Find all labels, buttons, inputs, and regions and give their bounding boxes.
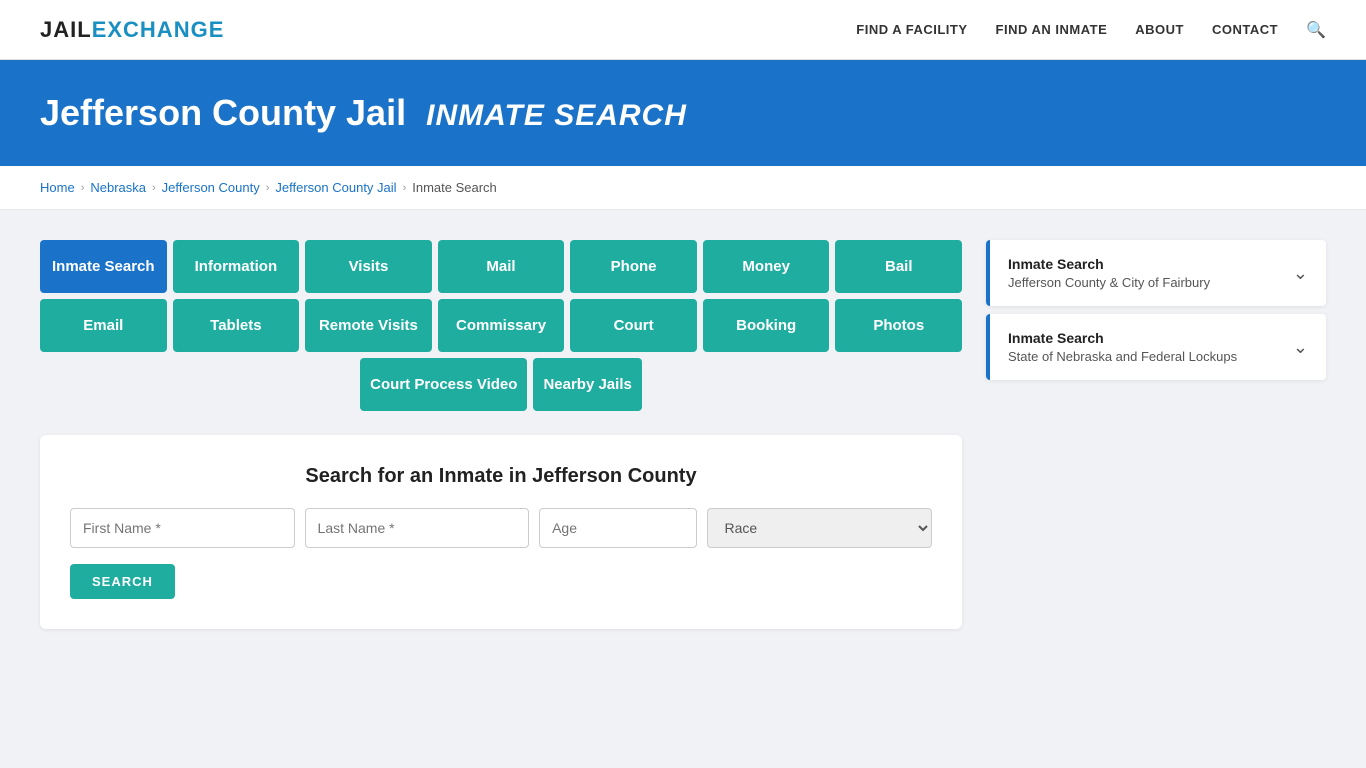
btn-inmate-search[interactable]: Inmate Search	[40, 240, 167, 293]
grid-row-2: Email Tablets Remote Visits Commissary C…	[40, 299, 962, 352]
sidebar-item-2-chevron: ⌄	[1293, 337, 1308, 358]
search-fields: RaceWhiteBlackHispanicAsianOther	[70, 508, 932, 548]
btn-bail[interactable]: Bail	[835, 240, 962, 293]
btn-court-process-video[interactable]: Court Process Video	[360, 358, 527, 411]
sidebar-item-1-chevron: ⌄	[1293, 263, 1308, 284]
btn-information[interactable]: Information	[173, 240, 300, 293]
breadcrumb-sep-1: ›	[81, 182, 85, 194]
last-name-input[interactable]	[305, 508, 530, 548]
sidebar-item-2[interactable]: Inmate Search State of Nebraska and Fede…	[986, 314, 1326, 380]
inmate-search-card: Search for an Inmate in Jefferson County…	[40, 435, 962, 629]
main-nav: FIND A FACILITY FIND AN INMATE ABOUT CON…	[856, 20, 1326, 40]
breadcrumb-nebraska[interactable]: Nebraska	[90, 180, 146, 195]
btn-email[interactable]: Email	[40, 299, 167, 352]
search-button[interactable]: SEARCH	[70, 564, 175, 599]
sidebar-item-1-text: Inmate Search Jefferson County & City of…	[1008, 256, 1210, 290]
sidebar-item-1-title: Inmate Search	[1008, 256, 1210, 272]
breadcrumb-sep-3: ›	[266, 182, 270, 194]
logo[interactable]: JAILEXCHANGE	[40, 17, 224, 43]
race-select[interactable]: RaceWhiteBlackHispanicAsianOther	[707, 508, 932, 548]
page-title: Jefferson County Jail INMATE SEARCH	[40, 92, 1326, 134]
breadcrumb-sep-4: ›	[403, 182, 407, 194]
sidebar-card-2: Inmate Search State of Nebraska and Fede…	[986, 314, 1326, 380]
sidebar-item-1-subtitle: Jefferson County & City of Fairbury	[1008, 275, 1210, 290]
logo-jail: JAIL	[40, 17, 92, 42]
sidebar-item-1[interactable]: Inmate Search Jefferson County & City of…	[986, 240, 1326, 306]
nav-find-inmate[interactable]: FIND AN INMATE	[996, 22, 1108, 37]
breadcrumb-jefferson-county[interactable]: Jefferson County	[162, 180, 260, 195]
btn-booking[interactable]: Booking	[703, 299, 830, 352]
btn-phone[interactable]: Phone	[570, 240, 697, 293]
sidebar-item-2-subtitle: State of Nebraska and Federal Lockups	[1008, 349, 1237, 364]
nav-about[interactable]: ABOUT	[1135, 22, 1184, 37]
btn-nearby-jails[interactable]: Nearby Jails	[533, 358, 641, 411]
grid-row-3: Court Process Video Nearby Jails	[40, 358, 962, 411]
logo-exchange: EXCHANGE	[92, 17, 225, 42]
btn-remote-visits[interactable]: Remote Visits	[305, 299, 432, 352]
btn-money[interactable]: Money	[703, 240, 830, 293]
btn-court[interactable]: Court	[570, 299, 697, 352]
grid-row-1: Inmate Search Information Visits Mail Ph…	[40, 240, 962, 293]
header: JAILEXCHANGE FIND A FACILITY FIND AN INM…	[0, 0, 1366, 60]
btn-commissary[interactable]: Commissary	[438, 299, 565, 352]
breadcrumb-home[interactable]: Home	[40, 180, 75, 195]
sidebar-item-2-text: Inmate Search State of Nebraska and Fede…	[1008, 330, 1237, 364]
breadcrumb: Home › Nebraska › Jefferson County › Jef…	[0, 166, 1366, 210]
nav-find-facility[interactable]: FIND A FACILITY	[856, 22, 967, 37]
breadcrumb-sep-2: ›	[152, 182, 156, 194]
age-input[interactable]	[539, 508, 697, 548]
sidebar-item-2-title: Inmate Search	[1008, 330, 1237, 346]
search-card-title: Search for an Inmate in Jefferson County	[70, 465, 932, 488]
hero-banner: Jefferson County Jail INMATE SEARCH	[0, 60, 1366, 166]
btn-mail[interactable]: Mail	[438, 240, 565, 293]
btn-tablets[interactable]: Tablets	[173, 299, 300, 352]
main-content: Inmate Search Information Visits Mail Ph…	[0, 210, 1366, 659]
btn-photos[interactable]: Photos	[835, 299, 962, 352]
breadcrumb-jail[interactable]: Jefferson County Jail	[275, 180, 396, 195]
hero-title-main: Jefferson County Jail	[40, 92, 406, 133]
left-column: Inmate Search Information Visits Mail Ph…	[40, 240, 962, 629]
breadcrumb-current: Inmate Search	[412, 180, 497, 195]
right-sidebar: Inmate Search Jefferson County & City of…	[986, 240, 1326, 388]
header-search-icon[interactable]: 🔍	[1306, 20, 1326, 40]
sidebar-card-1: Inmate Search Jefferson County & City of…	[986, 240, 1326, 306]
btn-visits[interactable]: Visits	[305, 240, 432, 293]
hero-title-italic: INMATE SEARCH	[426, 99, 687, 132]
nav-contact[interactable]: CONTACT	[1212, 22, 1278, 37]
first-name-input[interactable]	[70, 508, 295, 548]
nav-button-grid: Inmate Search Information Visits Mail Ph…	[40, 240, 962, 411]
